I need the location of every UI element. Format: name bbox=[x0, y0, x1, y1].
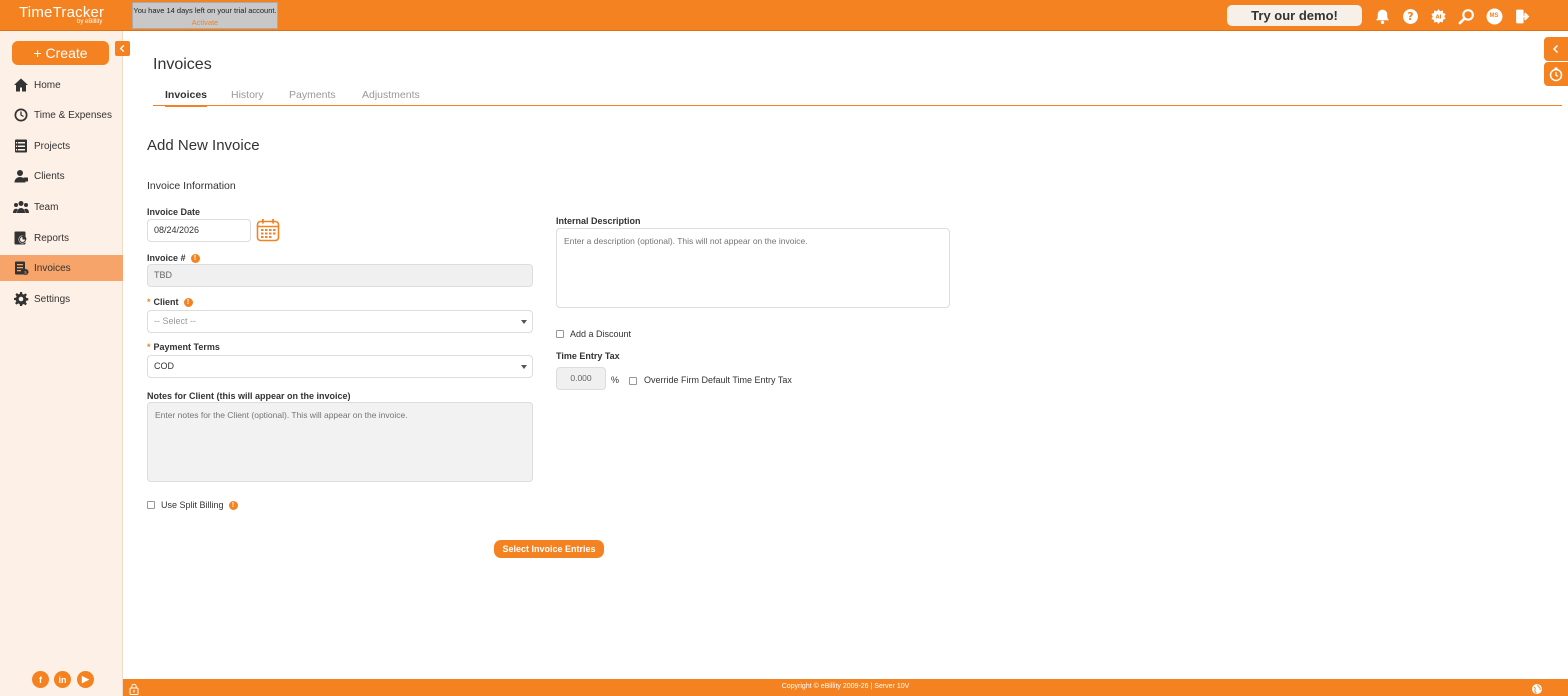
invoice-number-label: Invoice #! bbox=[147, 253, 200, 263]
trial-message: You have 14 days left on your trial acco… bbox=[133, 6, 277, 15]
home-icon bbox=[12, 77, 29, 94]
clock-icon bbox=[12, 107, 29, 124]
client-select[interactable]: -- Select -- bbox=[147, 310, 533, 333]
footer: Copyright © eBillity 2009-26 | Server 10… bbox=[123, 679, 1568, 696]
timer-icon[interactable] bbox=[1544, 62, 1568, 86]
logout-icon[interactable] bbox=[1513, 7, 1531, 25]
sidebar-item-label: Home bbox=[34, 79, 61, 91]
reports-icon bbox=[12, 230, 29, 247]
notes-textarea[interactable] bbox=[147, 402, 533, 482]
help-icon[interactable]: ? bbox=[1401, 7, 1419, 25]
sidebar-item-projects[interactable]: Projects bbox=[0, 133, 123, 159]
sidebar-item-home[interactable]: Home bbox=[0, 72, 123, 98]
override-tax-checkbox[interactable] bbox=[629, 377, 637, 385]
section-title: Invoice Information bbox=[147, 180, 236, 192]
time-entry-tax-input[interactable]: 0.000 bbox=[556, 367, 606, 390]
select-invoice-entries-button[interactable]: Select Invoice Entries bbox=[494, 540, 604, 558]
top-bar: TimeTracker by eBillity You have 14 days… bbox=[0, 0, 1568, 31]
sidebar-item-label: Settings bbox=[34, 293, 71, 305]
payment-terms-select[interactable]: COD bbox=[147, 355, 533, 378]
sidebar-item-label: Projects bbox=[34, 140, 71, 152]
sidebar-item-label: Reports bbox=[34, 232, 70, 244]
caret-down-icon bbox=[521, 320, 527, 324]
invoice-number-label-text: Invoice # bbox=[147, 253, 186, 263]
internal-description-textarea[interactable] bbox=[556, 228, 950, 308]
required-marker: * bbox=[147, 342, 151, 352]
projects-icon bbox=[12, 138, 29, 155]
info-icon[interactable]: ! bbox=[228, 501, 238, 510]
sidebar-item-reports[interactable]: Reports bbox=[0, 225, 123, 251]
sidebar-item-label: Invoices bbox=[34, 262, 71, 274]
caret-down-icon bbox=[521, 365, 527, 369]
internal-description-label: Internal Description bbox=[556, 216, 641, 226]
chevron-left-icon[interactable] bbox=[1544, 37, 1568, 61]
app-sub: by eBillity bbox=[77, 19, 103, 25]
gear-icon bbox=[12, 291, 29, 308]
payment-terms-label: * Payment Terms bbox=[147, 342, 220, 352]
trial-banner: You have 14 days left on your trial acco… bbox=[132, 2, 278, 29]
search-icon[interactable] bbox=[1457, 7, 1475, 25]
form-title: Add New Invoice bbox=[147, 137, 260, 154]
page-title: Invoices bbox=[153, 56, 212, 73]
client-label: * Client! bbox=[147, 297, 193, 307]
sidebar: + Create Home Time & Expenses Projects C… bbox=[0, 31, 130, 696]
sidebar-item-invoices[interactable]: $ Invoices bbox=[0, 255, 123, 281]
youtube-icon[interactable]: ▶ bbox=[77, 671, 94, 688]
info-icon[interactable]: ! bbox=[190, 254, 200, 263]
client-label-text: Client bbox=[153, 297, 179, 307]
linkedin-icon[interactable]: in bbox=[54, 671, 71, 688]
bell-icon[interactable] bbox=[1373, 7, 1391, 25]
tab-history[interactable]: History bbox=[231, 89, 264, 101]
sidebar-item-team[interactable]: Team bbox=[0, 194, 123, 220]
activate-link[interactable]: Activate bbox=[133, 18, 277, 27]
team-icon bbox=[12, 199, 29, 216]
globe-icon[interactable] bbox=[1531, 682, 1543, 694]
clients-icon bbox=[12, 168, 29, 185]
split-billing-label: Use Split Billing! bbox=[161, 500, 238, 510]
tab-adjustments[interactable]: Adjustments bbox=[362, 89, 420, 101]
split-billing-checkbox[interactable] bbox=[147, 501, 155, 509]
svg-text:AI: AI bbox=[1435, 14, 1441, 20]
calendar-icon[interactable] bbox=[256, 218, 280, 242]
invoice-date-input[interactable]: 08/24/2026 bbox=[147, 219, 251, 242]
sidebar-item-label: Team bbox=[34, 201, 59, 213]
chevron-left-icon[interactable] bbox=[115, 41, 130, 56]
discount-label: Add a Discount bbox=[570, 329, 632, 339]
ai-icon[interactable]: AI bbox=[1429, 7, 1447, 25]
sidebar-item-clients[interactable]: Clients bbox=[0, 163, 123, 189]
invoice-date-label: Invoice Date bbox=[147, 207, 201, 217]
client-select-value: -- Select -- bbox=[154, 316, 197, 326]
create-button[interactable]: + Create bbox=[12, 41, 109, 65]
invoice-number-field: TBD bbox=[147, 264, 533, 287]
sidebar-item-label: Time & Expenses bbox=[34, 109, 112, 121]
notes-label: Notes for Client (this will appear on th… bbox=[147, 391, 351, 401]
facebook-icon[interactable]: f bbox=[32, 671, 49, 688]
required-marker: * bbox=[147, 297, 151, 307]
info-icon[interactable]: ! bbox=[183, 298, 193, 307]
app-logo[interactable]: TimeTracker by eBillity bbox=[19, 4, 104, 25]
tab-invoices[interactable]: Invoices bbox=[165, 89, 208, 107]
percent-unit: % bbox=[611, 375, 620, 385]
avatar-initials: MS bbox=[1489, 13, 1499, 19]
tab-bar: Invoices History Payments Adjustments bbox=[153, 86, 1562, 107]
copyright: Copyright © eBillity 2009-26 | Server 10… bbox=[781, 683, 910, 690]
time-entry-tax-label: Time Entry Tax bbox=[556, 351, 620, 361]
split-billing-label-text: Use Split Billing bbox=[161, 500, 224, 510]
try-demo-button[interactable]: Try our demo! bbox=[1227, 5, 1362, 26]
svg-text:$: $ bbox=[24, 270, 27, 276]
tab-payments[interactable]: Payments bbox=[289, 89, 336, 101]
sidebar-item-settings[interactable]: Settings bbox=[0, 286, 123, 312]
payment-terms-value: COD bbox=[154, 361, 174, 371]
invoices-icon: $ bbox=[12, 260, 29, 277]
payment-terms-label-text: Payment Terms bbox=[153, 342, 220, 352]
avatar[interactable]: MS bbox=[1485, 7, 1503, 25]
override-tax-label: Override Firm Default Time Entry Tax bbox=[644, 375, 792, 385]
sidebar-item-time-expenses[interactable]: Time & Expenses bbox=[0, 102, 123, 128]
discount-checkbox[interactable] bbox=[556, 330, 564, 338]
sidebar-item-label: Clients bbox=[34, 170, 65, 182]
svg-text:?: ? bbox=[1407, 10, 1413, 23]
